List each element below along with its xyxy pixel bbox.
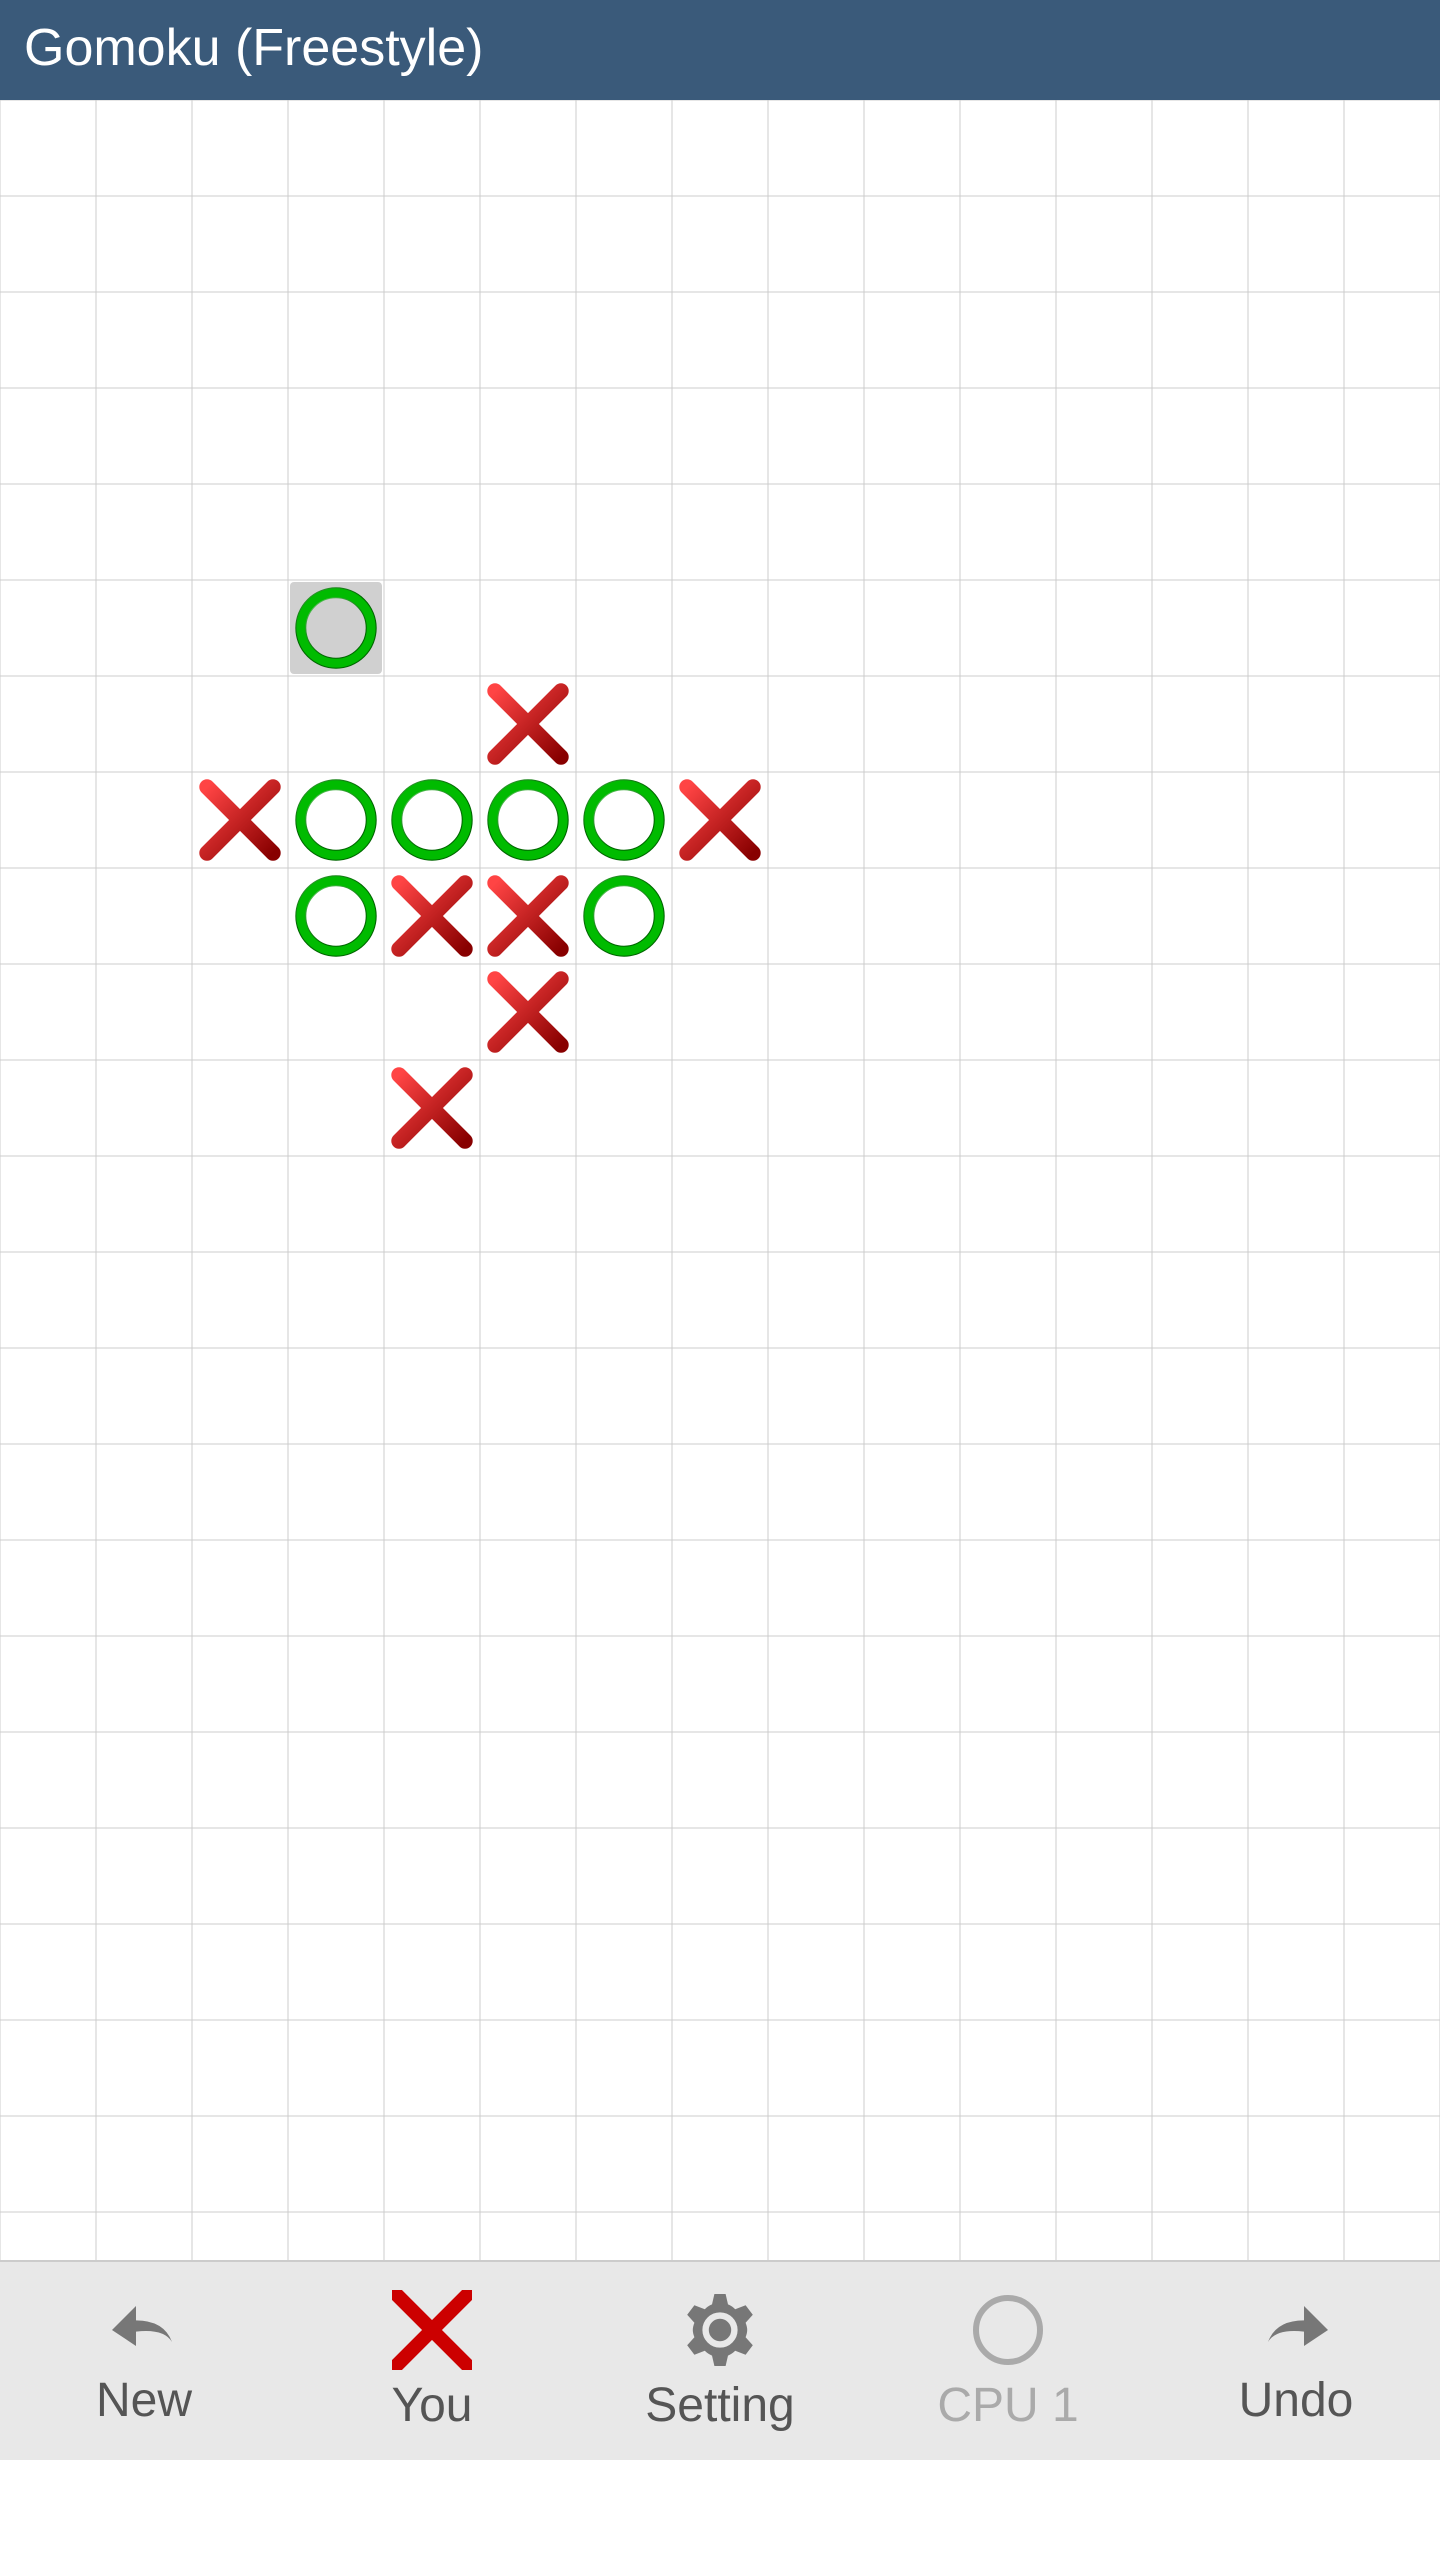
piece-3 bbox=[290, 774, 382, 866]
undo-label: Undo bbox=[1239, 2373, 1354, 2428]
piece-6 bbox=[578, 774, 670, 866]
piece-7 bbox=[674, 774, 766, 866]
piece-13 bbox=[386, 1062, 478, 1154]
game-board[interactable]: New You Setting CPU 1 bbox=[0, 100, 1440, 2460]
piece-9 bbox=[386, 870, 478, 962]
piece-11 bbox=[578, 870, 670, 962]
piece-0 bbox=[290, 582, 382, 674]
title-bar: Gomoku (Freestyle) bbox=[0, 0, 1440, 100]
piece-1 bbox=[482, 678, 574, 770]
undo-icon bbox=[1256, 2295, 1336, 2365]
new-button[interactable]: New bbox=[4, 2271, 284, 2451]
new-label: New bbox=[96, 2373, 192, 2428]
piece-2 bbox=[194, 774, 286, 866]
cpu-label: CPU 1 bbox=[937, 2378, 1078, 2433]
cpu-icon bbox=[968, 2290, 1048, 2370]
app-title: Gomoku (Freestyle) bbox=[24, 19, 483, 77]
setting-button[interactable]: Setting bbox=[580, 2271, 860, 2451]
you-icon bbox=[392, 2290, 472, 2370]
gear-icon bbox=[680, 2290, 760, 2370]
new-icon bbox=[104, 2295, 184, 2365]
grid-svg bbox=[0, 100, 1440, 2460]
bottom-bar: New You Setting CPU 1 bbox=[0, 2260, 1440, 2460]
piece-5 bbox=[482, 774, 574, 866]
setting-label: Setting bbox=[645, 2378, 794, 2433]
piece-4 bbox=[386, 774, 478, 866]
undo-button[interactable]: Undo bbox=[1156, 2271, 1436, 2451]
piece-12 bbox=[482, 966, 574, 1058]
you-label: You bbox=[392, 2378, 473, 2433]
piece-8 bbox=[290, 870, 382, 962]
you-button[interactable]: You bbox=[292, 2271, 572, 2451]
piece-10 bbox=[482, 870, 574, 962]
cpu-button[interactable]: CPU 1 bbox=[868, 2271, 1148, 2451]
